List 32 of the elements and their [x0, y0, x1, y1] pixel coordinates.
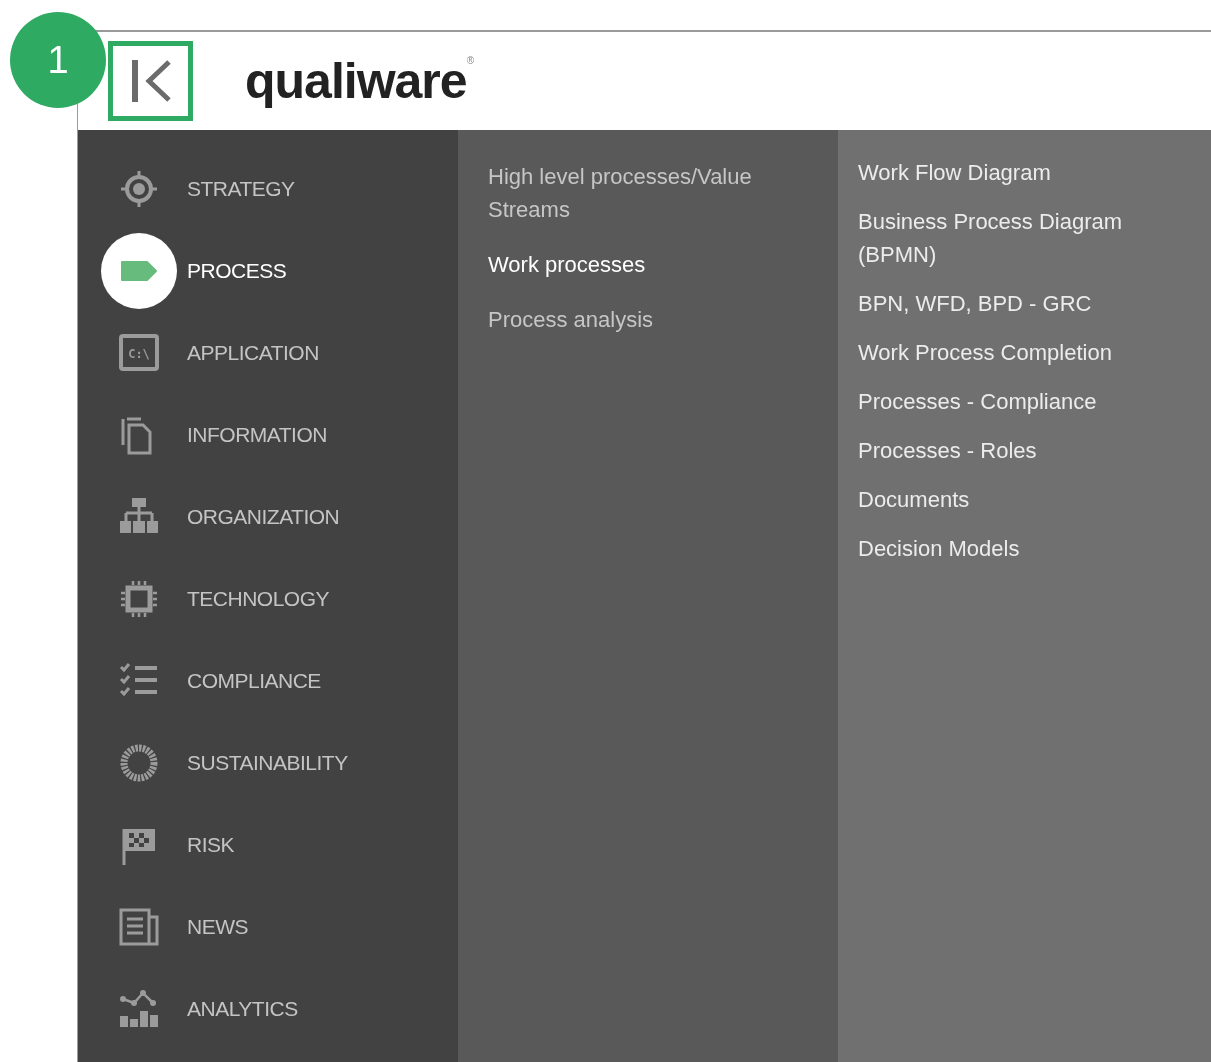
registered-mark: ® — [466, 56, 474, 66]
submenu-item[interactable]: High level processes/Value Streams — [488, 160, 808, 226]
sidebar-item[interactable]: NEWS — [78, 886, 458, 968]
chip-icon — [119, 579, 159, 619]
sidebar-item[interactable]: COMPLIANCE — [78, 640, 458, 722]
model-link[interactable]: BPN, WFD, BPD - GRC — [858, 287, 1203, 320]
target-icon — [119, 169, 159, 209]
model-link[interactable]: Documents — [858, 483, 1203, 516]
collapse-button[interactable] — [108, 41, 193, 121]
ring-icon — [119, 743, 159, 783]
logo: qualiware — [245, 56, 467, 106]
step-badge: 1 — [10, 12, 106, 108]
model-link[interactable]: Business Process Diagram (BPMN) — [858, 205, 1203, 271]
model-link[interactable]: Work Flow Diagram — [858, 156, 1203, 189]
sidebar-item[interactable]: STRATEGY — [78, 148, 458, 230]
sidebar-item[interactable]: ORGANIZATION — [78, 476, 458, 558]
sidebar-item[interactable]: INFORMATION — [78, 394, 458, 476]
sidebar-item[interactable]: SUSTAINABILITY — [78, 722, 458, 804]
model-link[interactable]: Processes - Roles — [858, 434, 1203, 467]
analytics-icon — [119, 989, 159, 1029]
submenu-item[interactable]: Process analysis — [488, 303, 808, 336]
model-link[interactable]: Processes - Compliance — [858, 385, 1203, 418]
sidebar-item[interactable]: RISK — [78, 804, 458, 886]
terminal-icon: C:\ — [119, 333, 159, 373]
sidebar-item[interactable]: C:\ APPLICATION — [78, 312, 458, 394]
newspaper-icon — [119, 907, 159, 947]
sidebar-item[interactable]: ANALYTICS — [78, 968, 458, 1050]
model-link[interactable]: Work Process Completion — [858, 336, 1203, 369]
sidebar-item[interactable]: PROCESS — [78, 230, 458, 312]
model-link[interactable]: Decision Models — [858, 532, 1203, 565]
submenu-item[interactable]: Work processes — [488, 248, 808, 281]
sidebar-item[interactable]: TECHNOLOGY — [78, 558, 458, 640]
